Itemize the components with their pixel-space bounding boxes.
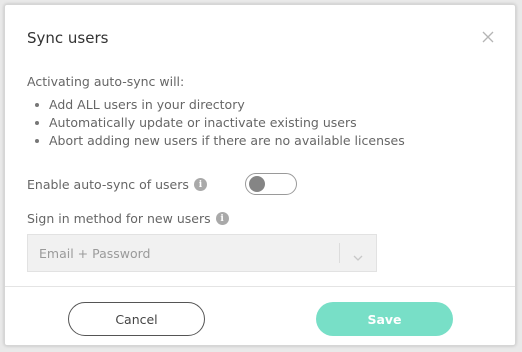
select-separator bbox=[339, 243, 340, 263]
list-item-text: Abort adding new users if there are no a… bbox=[49, 133, 405, 148]
list-item: Add ALL users in your directory bbox=[33, 96, 405, 114]
sign-in-method-label-row: Sign in method for new users i bbox=[27, 211, 229, 226]
toggle-knob bbox=[249, 176, 265, 192]
bullet-dot bbox=[35, 103, 39, 107]
info-icon[interactable]: i bbox=[193, 178, 207, 191]
list-item: Abort adding new users if there are no a… bbox=[33, 132, 405, 150]
footer-divider bbox=[5, 286, 515, 287]
sync-users-dialog: Sync users Activating auto-sync will: Ad… bbox=[4, 4, 516, 346]
cancel-button[interactable]: Cancel bbox=[68, 302, 205, 336]
dialog-title: Sync users bbox=[27, 29, 109, 47]
list-item-text: Add ALL users in your directory bbox=[49, 97, 245, 112]
sign-in-method-value: Email + Password bbox=[39, 246, 151, 261]
chevron-down-icon bbox=[352, 248, 364, 261]
bullet-dot bbox=[35, 139, 39, 143]
save-button[interactable]: Save bbox=[316, 302, 453, 336]
info-icon[interactable]: i bbox=[215, 212, 229, 225]
auto-sync-toggle[interactable] bbox=[245, 173, 297, 195]
list-item: Automatically update or inactivate exist… bbox=[33, 114, 405, 132]
auto-sync-label-row: Enable auto-sync of users i bbox=[27, 177, 207, 192]
sign-in-method-label: Sign in method for new users bbox=[27, 211, 211, 226]
close-icon[interactable] bbox=[481, 29, 495, 43]
bullet-dot bbox=[35, 121, 39, 125]
intro-text: Activating auto-sync will: bbox=[27, 74, 185, 89]
auto-sync-label: Enable auto-sync of users bbox=[27, 177, 189, 192]
list-item-text: Automatically update or inactivate exist… bbox=[49, 115, 357, 130]
sign-in-method-select[interactable]: Email + Password bbox=[27, 234, 377, 272]
auto-sync-effects-list: Add ALL users in your directory Automati… bbox=[33, 96, 405, 150]
